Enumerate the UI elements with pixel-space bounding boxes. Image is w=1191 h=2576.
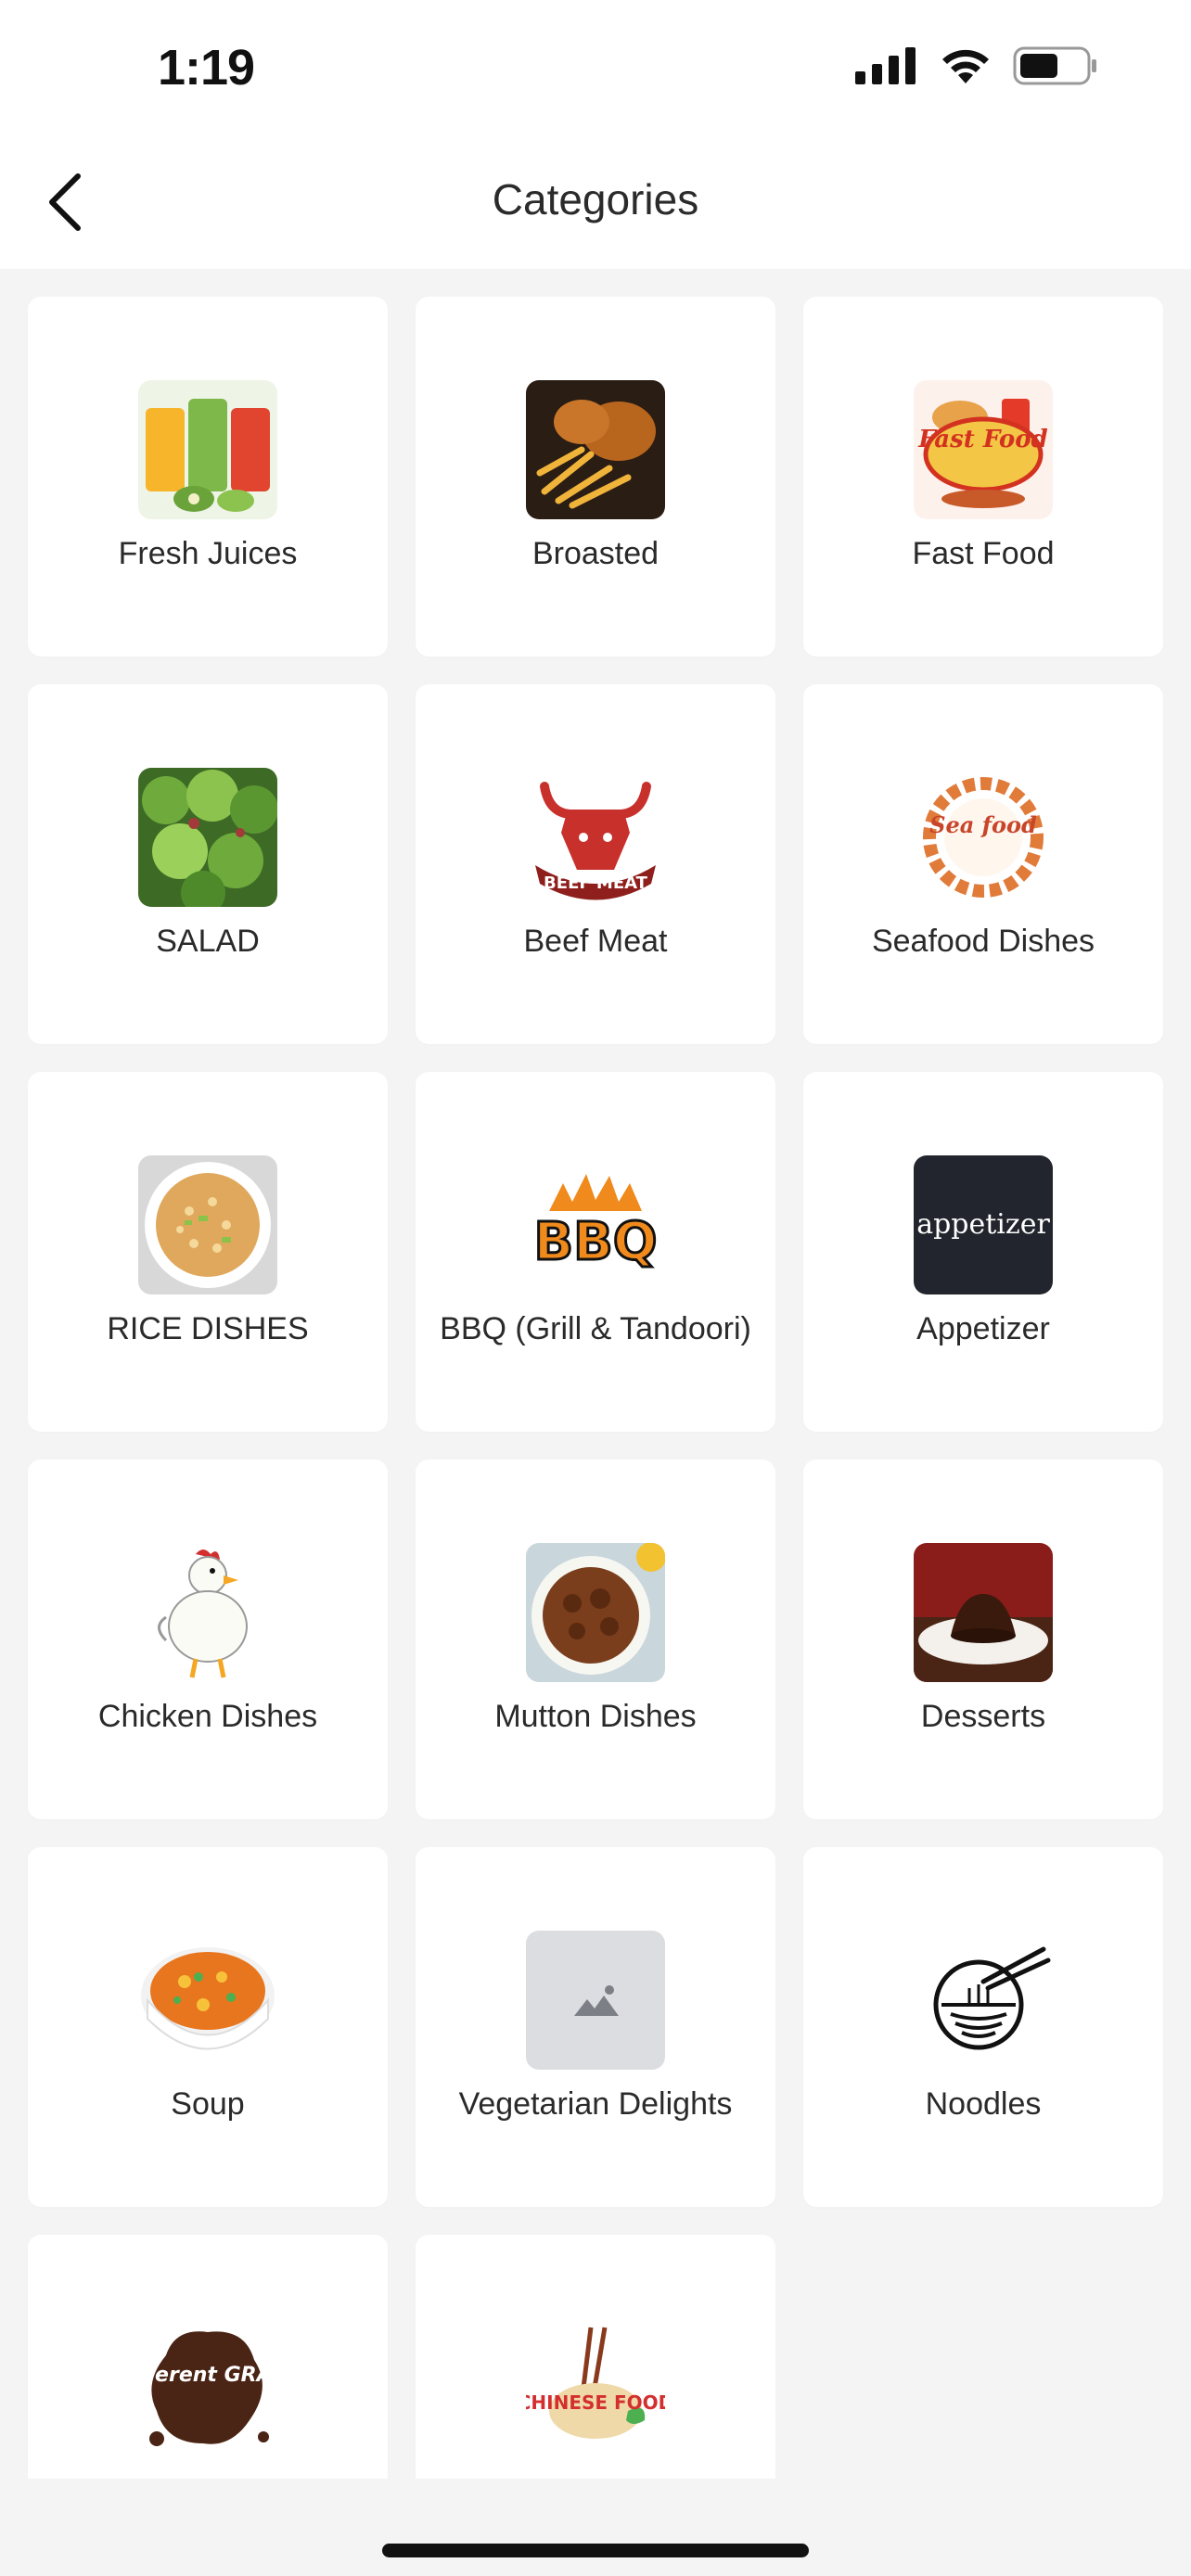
category-card-fresh-juices[interactable]: Fresh Juices (28, 297, 388, 657)
category-label: Fast Food (912, 536, 1055, 571)
beef-meat-icon: BEEF MEAT (526, 768, 665, 907)
svg-text:appetizer: appetizer (916, 1208, 1050, 1241)
category-label: Chicken Dishes (97, 1699, 318, 1734)
salad-icon (138, 768, 277, 907)
category-card-fast-food[interactable]: Fast Food Fast Food (803, 297, 1163, 657)
category-card-appetizer[interactable]: appetizer Appetizer (803, 1072, 1163, 1432)
category-card-mutton-dishes[interactable]: Mutton Dishes (416, 1460, 775, 1819)
svg-text:Fast Food: Fast Food (917, 426, 1047, 453)
category-label: Vegetarian Delights (458, 2086, 733, 2122)
home-indicator[interactable] (382, 2544, 809, 2557)
category-card-broasted[interactable]: Broasted (416, 297, 775, 657)
category-card-chinese-food[interactable]: CHINESE FOOD (416, 2235, 775, 2479)
chinese-food-icon: CHINESE FOOD (526, 2318, 665, 2457)
broasted-icon (526, 380, 665, 519)
category-label: SALAD (156, 924, 260, 959)
different-gravy-icon: Different GRAVY (138, 2318, 277, 2457)
category-card-beef-meat[interactable]: BEEF MEAT Beef Meat (416, 684, 775, 1044)
mutton-icon (526, 1543, 665, 1682)
seafood-icon: Sea food (914, 768, 1053, 907)
category-card-bbq[interactable]: BBQ BBQ (Grill & Tandoori) (416, 1072, 775, 1432)
desserts-icon (914, 1543, 1053, 1682)
fresh-juices-icon (138, 380, 277, 519)
category-label: Seafood Dishes (871, 924, 1095, 959)
home-indicator-area (0, 2479, 1191, 2576)
category-label: Desserts (920, 1699, 1046, 1734)
category-card-chicken-dishes[interactable]: Chicken Dishes (28, 1460, 388, 1819)
category-card-vegetarian-delights[interactable]: Vegetarian Delights (416, 1847, 775, 2207)
category-label: Appetizer (916, 1311, 1050, 1346)
fast-food-icon: Fast Food (914, 380, 1053, 519)
category-card-different-gravy[interactable]: Different GRAVY (28, 2235, 388, 2479)
soup-icon (138, 1931, 277, 2070)
category-card-noodles[interactable]: Noodles (803, 1847, 1163, 2207)
category-grid: Fresh Juices Broasted Fast Food Fast Foo… (28, 297, 1163, 2479)
rice-icon (138, 1155, 277, 1294)
category-label: Fresh Juices (118, 536, 298, 571)
category-label: Broasted (531, 536, 660, 571)
svg-text:BEEF MEAT: BEEF MEAT (544, 874, 648, 893)
category-card-rice-dishes[interactable]: RICE DISHES (28, 1072, 388, 1432)
image-placeholder-icon (526, 1931, 665, 2070)
category-label: RICE DISHES (107, 1311, 309, 1346)
svg-text:CHINESE FOOD: CHINESE FOOD (526, 2391, 665, 2414)
status-icons (855, 46, 1098, 90)
category-card-soup[interactable]: Soup (28, 1847, 388, 2207)
category-label: Mutton Dishes (494, 1699, 697, 1734)
noodles-icon (914, 1931, 1053, 2070)
category-card-salad[interactable]: SALAD (28, 684, 388, 1044)
category-card-seafood-dishes[interactable]: Sea food Seafood Dishes (803, 684, 1163, 1044)
wifi-icon (939, 46, 992, 90)
status-time: 1:19 (158, 40, 255, 96)
category-label: Noodles (925, 2086, 1042, 2122)
category-label: BBQ (Grill & Tandoori) (440, 1311, 751, 1346)
svg-text:Sea food: Sea food (929, 811, 1037, 838)
status-bar: 1:19 (0, 0, 1191, 139)
category-card-desserts[interactable]: Desserts (803, 1460, 1163, 1819)
cellular-signal-icon (855, 47, 918, 89)
appetizer-icon: appetizer (914, 1155, 1053, 1294)
chicken-icon (138, 1543, 277, 1682)
battery-icon (1013, 46, 1098, 90)
bbq-icon: BBQ (526, 1155, 665, 1294)
category-label: Beef Meat (523, 924, 668, 959)
nav-bar: Categories (0, 139, 1191, 269)
category-label: Soup (171, 2086, 245, 2122)
svg-text:Different GRAVY: Different GRAVY (138, 2364, 277, 2387)
category-list[interactable]: Fresh Juices Broasted Fast Food Fast Foo… (0, 269, 1191, 2479)
svg-text:BBQ: BBQ (534, 1212, 658, 1272)
page-title: Categories (492, 175, 699, 223)
